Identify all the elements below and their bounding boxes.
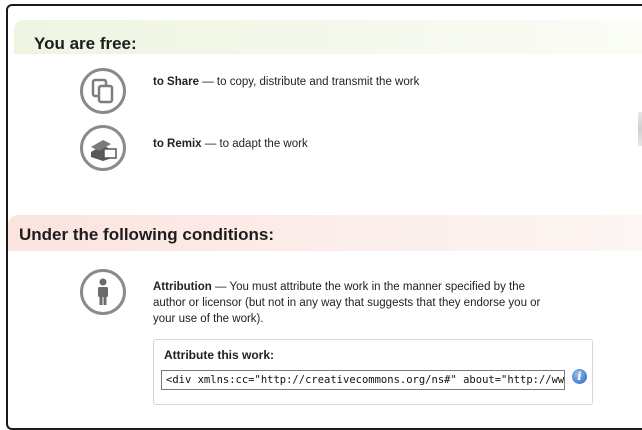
- attribution-line-3: your use of the work).: [153, 313, 264, 325]
- attribution-code-field[interactable]: <div xmlns:cc="http://creativecommons.or…: [161, 370, 565, 390]
- you-are-free-heading: You are free:: [34, 34, 137, 53]
- info-icon[interactable]: i: [572, 369, 587, 384]
- remix-label: to Remix: [153, 138, 202, 150]
- remix-permission: to Remix — to adapt the work: [153, 136, 308, 152]
- share-permission: to Share — to copy, distribute and trans…: [153, 74, 419, 90]
- remix-icon: [80, 125, 126, 171]
- share-description: — to copy, distribute and transmit the w…: [199, 76, 420, 88]
- remix-description: — to adapt the work: [201, 138, 308, 150]
- scroll-edge-mark: [638, 112, 642, 146]
- attribute-this-work-box: Attribute this work: <div xmlns:cc="http…: [153, 339, 593, 405]
- attribute-this-work-title: Attribute this work:: [164, 348, 274, 362]
- share-label: to Share: [153, 76, 200, 88]
- share-icon: [80, 68, 126, 114]
- attribution-person-icon: [80, 269, 126, 315]
- conditions-heading: Under the following conditions:: [19, 225, 274, 244]
- attribution-label: Attribution: [153, 281, 212, 293]
- attribution-line-2: author or licensor (but not in any way t…: [153, 297, 541, 309]
- attribution-line-1: Attribution — You must attribute the wor…: [153, 279, 525, 295]
- attribution-desc-1: — You must attribute the work in the man…: [211, 281, 525, 293]
